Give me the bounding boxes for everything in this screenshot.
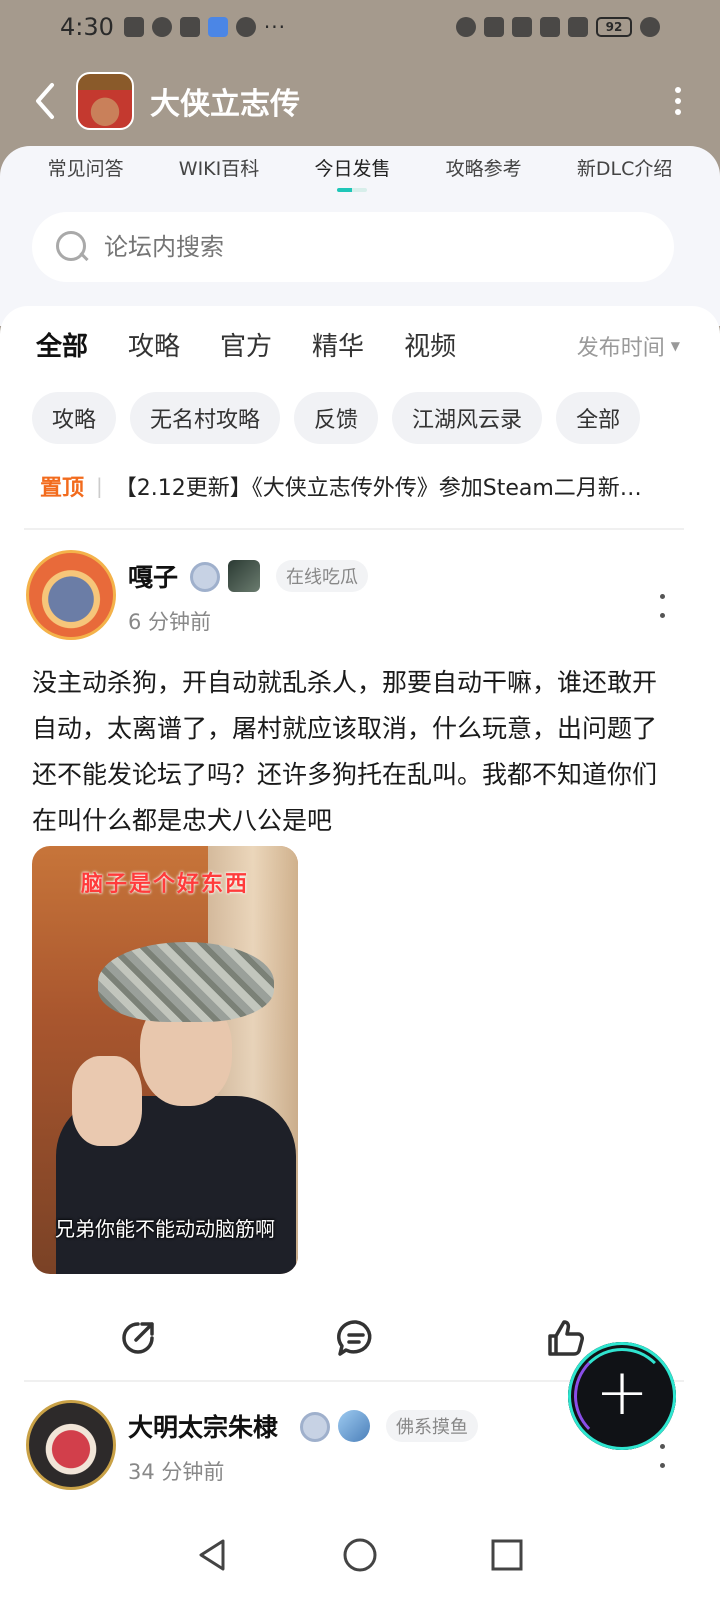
system-nav-bar	[0, 1510, 720, 1600]
level-badge-icon	[190, 562, 220, 592]
top-area: 常见问答 WIKI百科 今日发售 攻略参考 新DLC介绍	[0, 146, 720, 326]
share-icon	[122, 1322, 154, 1354]
chevron-left-icon	[36, 83, 54, 119]
triangle-back-icon	[199, 1539, 225, 1571]
top-tabs: 常见问答 WIKI百科 今日发售 攻略参考 新DLC介绍	[0, 146, 720, 192]
level-badge-icon	[300, 1412, 330, 1442]
user-avatar[interactable]	[26, 550, 116, 640]
tab-wiki[interactable]: WIKI百科	[179, 152, 259, 181]
sort-dropdown[interactable]: 发布时间 ▼	[577, 330, 680, 362]
username[interactable]: 大明太宗朱棣	[128, 1408, 278, 1444]
like-button[interactable]	[544, 1316, 588, 1360]
mute-icon	[512, 17, 532, 37]
divider	[24, 528, 684, 530]
category-tabs: 全部 攻略 官方 精华 视频	[36, 326, 456, 363]
category-tab-official[interactable]: 官方	[220, 326, 272, 363]
pinned-badge: 置顶	[40, 476, 85, 501]
status-bar: 4:30 ··· 92	[0, 0, 720, 54]
tab-today-release-label: 今日发售	[314, 157, 391, 180]
nav-home-button[interactable]	[338, 1533, 382, 1577]
search-icon	[54, 229, 90, 265]
tab-new-dlc[interactable]: 新DLC介绍	[577, 152, 672, 181]
vibrate-icon	[484, 17, 504, 37]
category-tab-guide[interactable]: 攻略	[128, 326, 180, 363]
post-item[interactable]: 嘎子 在线吃瓜 6 分钟前 没主动杀狗，开自动就乱杀人，那要自动干嘛，谁还敢开自…	[0, 536, 720, 1356]
tab-guide-reference[interactable]: 攻略参考	[446, 152, 522, 181]
post-more-button[interactable]	[650, 586, 674, 626]
dot-icon	[659, 594, 665, 599]
dot-icon	[659, 1463, 665, 1468]
back-button[interactable]	[20, 76, 70, 126]
chip-all[interactable]: 全部	[556, 392, 641, 444]
dot-icon	[659, 1444, 665, 1449]
more-options-button[interactable]	[656, 79, 700, 123]
more-vertical-icon	[675, 87, 681, 115]
post-time: 34 分钟前	[128, 1460, 225, 1484]
game-avatar[interactable]	[76, 72, 134, 130]
game-notification-icon	[151, 17, 172, 37]
eye-icon	[456, 17, 476, 37]
category-tab-video[interactable]: 视频	[404, 326, 456, 363]
active-tab-indicator	[337, 187, 368, 192]
category-tab-featured[interactable]: 精华	[312, 326, 364, 363]
image-person-hat	[98, 942, 274, 1022]
leaf-icon	[640, 17, 660, 37]
title-badge-icon	[228, 560, 260, 592]
weather-notification-icon	[207, 17, 228, 37]
square-recents-icon	[491, 1539, 523, 1571]
page-title: 大侠立志传	[150, 87, 300, 122]
post-header: 嘎子 在线吃瓜 6 分钟前	[0, 536, 720, 640]
user-tag: 在线吃瓜	[276, 560, 368, 592]
nav-recents-button[interactable]	[485, 1533, 529, 1577]
post-image[interactable]: 脑子是个好东西 兄弟你能不能动动脑筋啊	[32, 846, 298, 1274]
chip-feedback[interactable]: 反馈	[294, 392, 379, 444]
comment-icon	[337, 1320, 372, 1356]
tab-today-release[interactable]: 今日发售	[314, 152, 391, 192]
nav-back-button[interactable]	[191, 1533, 235, 1577]
caret-down-icon: ▼	[670, 339, 680, 353]
sort-label: 发布时间	[576, 336, 665, 361]
user-avatar[interactable]	[26, 1400, 116, 1490]
chip-guide[interactable]: 攻略	[32, 392, 117, 444]
chat-notification-icon	[235, 17, 256, 37]
plus-icon: +	[595, 1356, 649, 1430]
signal-icon	[568, 17, 588, 37]
new-post-button[interactable]: +	[568, 1342, 676, 1450]
status-notification-icons: ···	[123, 15, 286, 39]
post-more-button[interactable]	[650, 1436, 674, 1476]
app-header: 大侠立志传	[0, 60, 720, 142]
pinned-separator: |	[96, 474, 103, 498]
filter-chips: 攻略 无名村攻略 反馈 江湖风云录 全部	[32, 392, 641, 444]
user-tag: 佛系摸鱼	[386, 1410, 478, 1442]
pinned-post[interactable]: 置顶 | 【2.12更新】《大侠立志传外传》参加Steam二月新品节啦！	[40, 470, 680, 502]
search-input[interactable]	[104, 233, 604, 261]
dot-icon	[659, 613, 665, 618]
more-notifications-icon: ···	[263, 15, 286, 39]
wifi-icon	[540, 17, 560, 37]
image-bottom-caption: 兄弟你能不能动动脑筋啊	[55, 1217, 275, 1241]
chip-jianghu[interactable]: 江湖风云录	[392, 392, 543, 444]
post-time: 6 分钟前	[128, 610, 212, 634]
share-button[interactable]	[116, 1316, 160, 1360]
status-time: 4:30	[60, 13, 114, 41]
link-notification-icon	[179, 17, 200, 37]
image-top-caption: 脑子是个好东西	[80, 872, 249, 897]
circle-home-icon	[343, 1538, 377, 1572]
title-badge-icon	[338, 1410, 370, 1442]
chip-nameless-village-guide[interactable]: 无名村攻略	[130, 392, 281, 444]
battery-icon: 92	[596, 17, 632, 37]
username[interactable]: 嘎子	[128, 558, 178, 594]
thumbs-up-icon	[548, 1320, 584, 1356]
search-box[interactable]	[32, 212, 674, 282]
app-notification-icon	[123, 17, 144, 37]
post-content[interactable]: 没主动杀狗，开自动就乱杀人，那要自动干嘛，谁还敢开自动，太离谱了，屠村就应该取消…	[32, 660, 672, 844]
tab-faq[interactable]: 常见问答	[48, 152, 124, 181]
image-person-hand	[72, 1056, 142, 1146]
status-system-icons: 92	[456, 17, 660, 37]
pinned-title: 【2.12更新】《大侠立志传外传》参加Steam二月新品节啦！	[114, 476, 655, 501]
comment-button[interactable]	[334, 1316, 378, 1360]
category-tab-all[interactable]: 全部	[36, 326, 88, 363]
